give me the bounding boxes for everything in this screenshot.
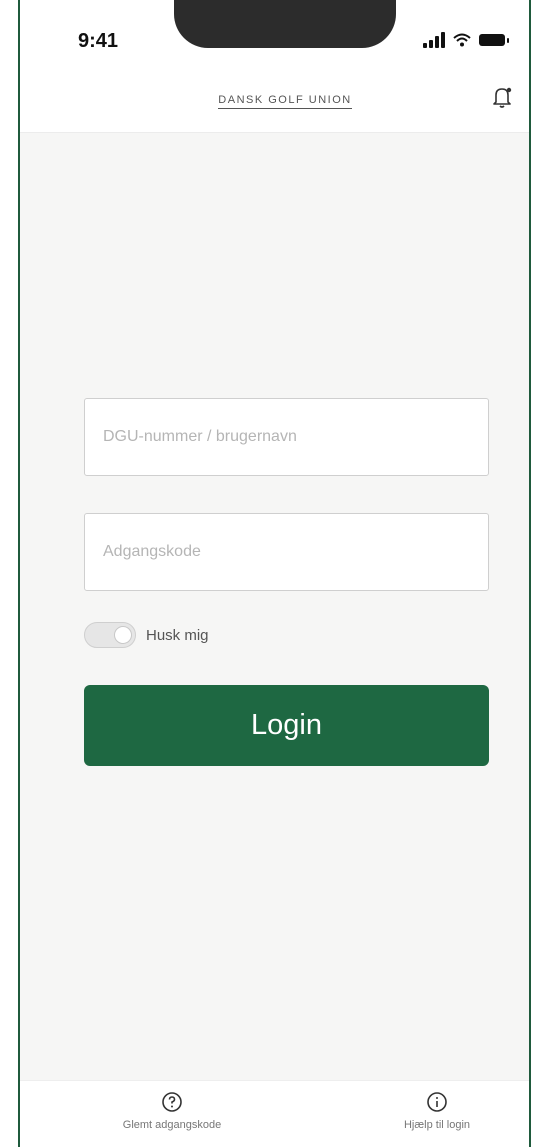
logo: DANSK GOLF UNION xyxy=(210,90,360,109)
battery-icon xyxy=(479,34,509,46)
login-help-label: Hjælp til login xyxy=(403,1119,471,1131)
username-field[interactable] xyxy=(84,398,489,476)
status-bar: 9:41 xyxy=(20,0,529,70)
username-input[interactable] xyxy=(85,399,488,475)
remember-me-row[interactable]: Husk mig xyxy=(84,622,209,648)
wifi-icon xyxy=(453,33,471,47)
remember-me-label: Husk mig xyxy=(146,626,209,644)
forgot-password-link[interactable]: Glemt adgangskode xyxy=(72,1091,272,1131)
status-icons xyxy=(423,30,509,50)
login-help-link[interactable]: Hjælp til login xyxy=(337,1091,529,1131)
signal-icon xyxy=(423,32,445,48)
toggle-knob xyxy=(114,626,132,644)
bottom-bar: Glemt adgangskode Hjælp til login xyxy=(20,1080,529,1147)
app-header: DANSK GOLF UNION xyxy=(20,70,529,133)
forgot-password-label: Glemt adgangskode xyxy=(122,1119,222,1131)
remember-me-toggle[interactable] xyxy=(84,622,136,648)
notification-bell-icon[interactable] xyxy=(489,84,515,110)
login-button[interactable]: Login xyxy=(84,685,489,766)
info-circle-icon xyxy=(427,1092,447,1112)
phone-frame: 9:41 DANSK GOLF UNION DGU-nummer / bruge… xyxy=(18,0,531,1147)
password-field[interactable] xyxy=(84,513,489,591)
status-time: 9:41 xyxy=(78,30,119,52)
question-circle-icon xyxy=(162,1092,182,1112)
logo-text: DANSK GOLF UNION xyxy=(218,94,352,109)
device-notch xyxy=(174,0,396,48)
password-input[interactable] xyxy=(85,514,488,590)
